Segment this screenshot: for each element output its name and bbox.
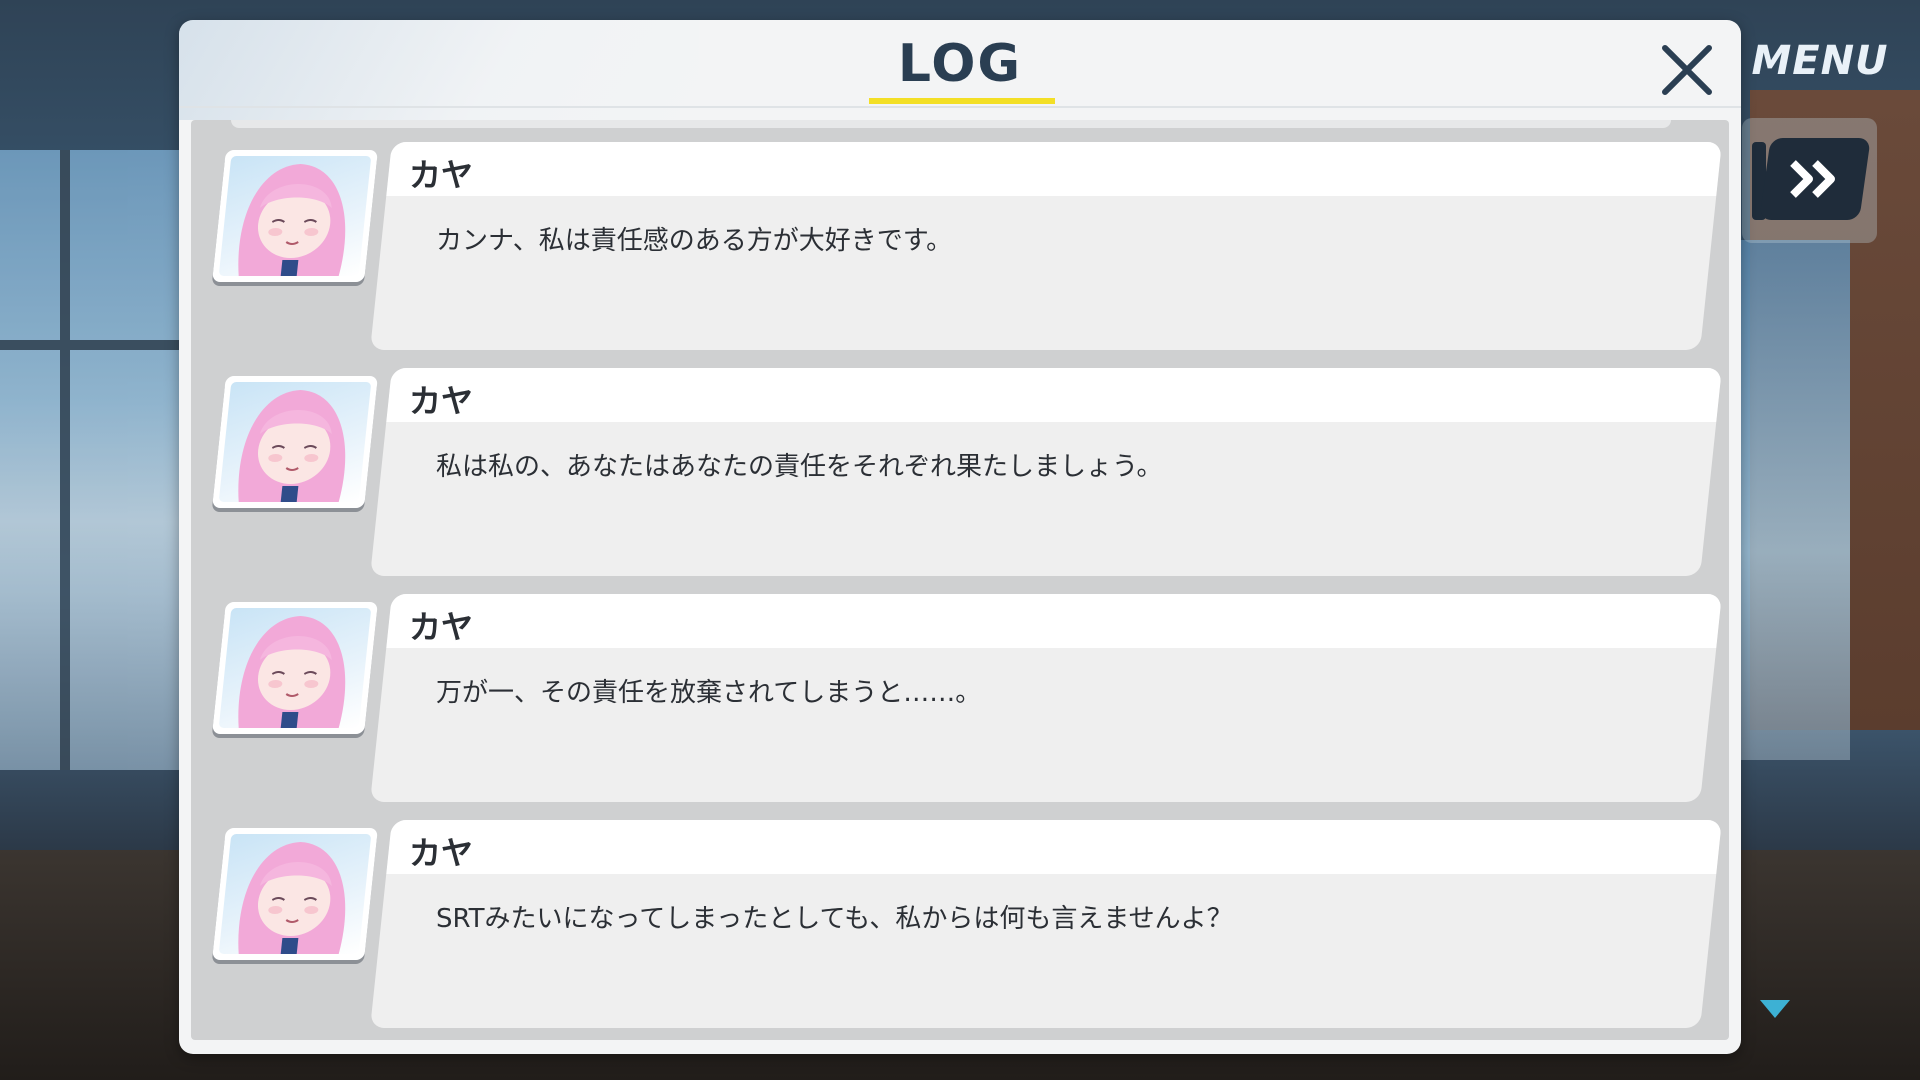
speaker-name: カヤ: [409, 156, 474, 194]
log-header: LOG: [179, 20, 1741, 115]
skip-button[interactable]: [1759, 138, 1871, 220]
close-x-icon: [1662, 45, 1712, 95]
avatar: [212, 828, 378, 960]
menu-button[interactable]: MENU: [1735, 30, 1905, 92]
speaker-name: カヤ: [409, 382, 474, 420]
background-window: [0, 150, 190, 770]
log-entry: カヤ 私は私の、あなたはあなたの責任をそれぞれ果たしましょう。: [191, 346, 1729, 576]
log-title: LOG: [897, 34, 1023, 94]
triangle-down-icon[interactable]: [1760, 1000, 1790, 1022]
double-chevron-right-icon: [1790, 160, 1835, 198]
log-modal: LOG カヤ カンナ、私は責任感のある方が大好きです。 カヤ 私は私の、あなたは…: [179, 20, 1741, 1054]
avatar: [212, 150, 378, 282]
log-entry: カヤ 万が一、その責任を放棄されてしまうと……。: [191, 572, 1729, 802]
dialogue-text: カンナ、私は責任感のある方が大好きです。: [436, 226, 953, 256]
speaker-name: カヤ: [409, 834, 474, 872]
log-entry: カヤ SRTみたいになってしまったとしても、私からは何も言えませんよ？: [191, 798, 1729, 1028]
log-entry: カヤ カンナ、私は責任感のある方が大好きです。: [191, 120, 1729, 350]
dialogue-text: 私は私の、あなたはあなたの責任をそれぞれ果たしましょう。: [436, 452, 1163, 482]
avatar: [212, 602, 378, 734]
speaker-name: カヤ: [409, 608, 474, 646]
header-divider: [179, 106, 1741, 108]
avatar: [212, 376, 378, 508]
bubble-pointer: [387, 876, 405, 904]
bubble-pointer: [387, 424, 405, 452]
close-button[interactable]: [1651, 34, 1723, 106]
log-list[interactable]: カヤ カンナ、私は責任感のある方が大好きです。 カヤ 私は私の、あなたはあなたの…: [191, 120, 1729, 1040]
title-underline: [869, 98, 1055, 104]
dialogue-text: 万が一、その責任を放棄されてしまうと……。: [436, 678, 982, 708]
bubble-pointer: [387, 650, 405, 678]
bubble-pointer: [387, 198, 405, 226]
dialogue-text: SRTみたいになってしまったとしても、私からは何も言えませんよ？: [436, 904, 1233, 934]
